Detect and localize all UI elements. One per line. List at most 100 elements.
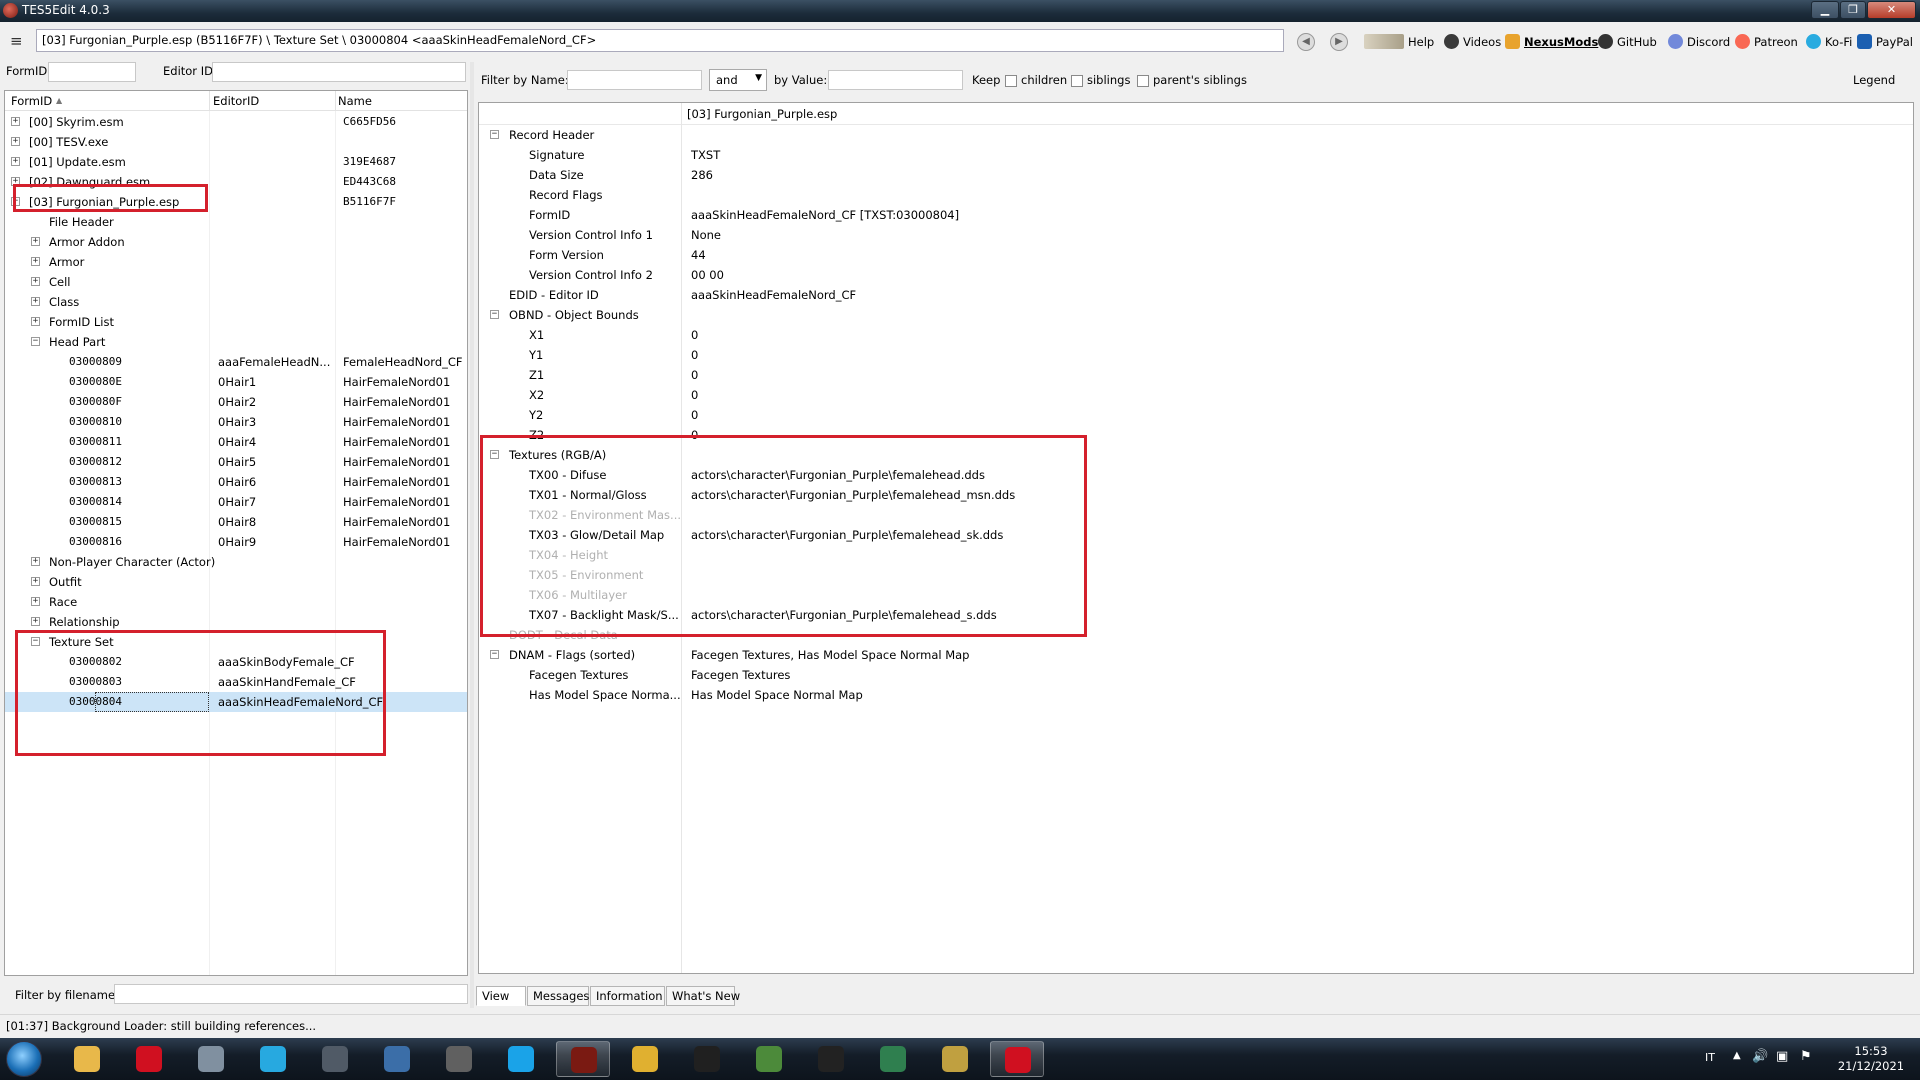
column-name[interactable]: Name [338, 94, 372, 108]
record-element-row[interactable]: EDID - Editor ID aaaSkinHeadFemaleNord_CF [479, 285, 1913, 305]
system-clock[interactable]: 15:53 21/12/2021 [1828, 1044, 1914, 1074]
taskbar-app[interactable] [370, 1041, 424, 1077]
record-row[interactable]: 0300080F 0Hair2 HairFemaleNord01 [5, 392, 467, 412]
siblings-checkbox[interactable] [1071, 75, 1083, 87]
expand-icon[interactable]: + [31, 277, 40, 286]
patreon-link[interactable]: Patreon [1735, 32, 1798, 52]
help-link[interactable]: Help [1364, 32, 1434, 52]
tab-messages[interactable]: Messages [527, 986, 589, 1006]
expand-icon[interactable]: + [31, 237, 40, 246]
record-subelement-row[interactable]: FormID aaaSkinHeadFemaleNord_CF [TXST:030… [479, 205, 1913, 225]
record-subelement-row[interactable]: Data Size 286 [479, 165, 1913, 185]
tab-information[interactable]: Information [590, 986, 665, 1006]
expand-icon[interactable]: + [11, 137, 20, 146]
record-subelement-row[interactable]: Y1 0 [479, 345, 1913, 365]
record-subelement-row[interactable]: Z1 0 [479, 365, 1913, 385]
operator-select[interactable]: and ▼ [709, 69, 767, 91]
group-row[interactable]: − Head Part [5, 332, 467, 352]
editorid-filter-input[interactable] [212, 62, 466, 82]
plugin-row[interactable]: + [00] Skyrim.esm C665FD56 [5, 112, 467, 132]
github-link[interactable]: GitHub [1598, 32, 1657, 52]
collapse-icon[interactable]: − [490, 310, 499, 319]
record-tree[interactable]: FormID ▲ EditorID Name + [00] Skyrim.esm C… [4, 90, 468, 976]
column-editorid[interactable]: EditorID [213, 94, 259, 108]
record-row[interactable]: 03000813 0Hair6 HairFemaleNord01 [5, 472, 467, 492]
group-row[interactable]: + Non-Player Character (Actor) [5, 552, 467, 572]
record-row[interactable]: 03000816 0Hair9 HairFemaleNord01 [5, 532, 467, 552]
record-element-row[interactable]: − OBND - Object Bounds [479, 305, 1913, 325]
kofi-link[interactable]: Ko-Fi [1806, 32, 1852, 52]
taskbar-app[interactable] [680, 1041, 734, 1077]
expand-icon[interactable]: + [11, 157, 20, 166]
nexusmods-link[interactable]: NexusMods [1505, 32, 1598, 52]
group-row[interactable]: + Relationship [5, 612, 467, 632]
maximize-button[interactable]: ❐ [1840, 1, 1866, 19]
taskbar-app[interactable] [494, 1041, 548, 1077]
parents-siblings-checkbox[interactable] [1137, 75, 1149, 87]
record-row[interactable]: 03000810 0Hair3 HairFemaleNord01 [5, 412, 467, 432]
plugin-row[interactable]: + [01] Update.esm 319E4687 [5, 152, 467, 172]
record-row[interactable]: 03000814 0Hair7 HairFemaleNord01 [5, 492, 467, 512]
volume-icon[interactable]: 🔊 [1752, 1049, 1768, 1080]
minimize-button[interactable]: ▁ [1811, 1, 1839, 19]
expand-icon[interactable]: + [11, 117, 20, 126]
record-row[interactable]: 03000812 0Hair5 HairFemaleNord01 [5, 452, 467, 472]
taskbar-app[interactable] [804, 1041, 858, 1077]
expand-icon[interactable]: + [31, 257, 40, 266]
group-row[interactable]: + Race [5, 592, 467, 612]
panel-splitter[interactable] [470, 62, 474, 1008]
discord-link[interactable]: Discord [1668, 32, 1730, 52]
group-row[interactable]: + Cell [5, 272, 467, 292]
taskbar-app[interactable] [432, 1041, 486, 1077]
taskbar-app[interactable] [556, 1041, 610, 1077]
videos-link[interactable]: Videos [1444, 32, 1501, 52]
taskbar-app[interactable] [246, 1041, 300, 1077]
record-row[interactable]: 03000811 0Hair4 HairFemaleNord01 [5, 432, 467, 452]
record-subelement-row[interactable]: Signature TXST [479, 145, 1913, 165]
expand-icon[interactable]: + [31, 577, 40, 586]
taskbar-app[interactable] [618, 1041, 672, 1077]
record-row[interactable]: 0300080E 0Hair1 HairFemaleNord01 [5, 372, 467, 392]
expand-icon[interactable]: + [31, 597, 40, 606]
record-subelement-row[interactable]: Version Control Info 1 None [479, 225, 1913, 245]
language-indicator[interactable]: IT [1705, 1051, 1715, 1080]
column-formid[interactable]: FormID [11, 94, 52, 108]
group-row[interactable]: + Class [5, 292, 467, 312]
record-subelement-row[interactable]: Has Model Space Norma... Has Model Space … [479, 685, 1913, 705]
plugin-row[interactable]: + [00] TESV.exe [5, 132, 467, 152]
taskbar-app[interactable] [928, 1041, 982, 1077]
record-subelement-row[interactable]: Version Control Info 2 00 00 [479, 265, 1913, 285]
filename-filter-input[interactable] [114, 984, 468, 1004]
paypal-link[interactable]: PayPal [1857, 32, 1913, 52]
taskbar-app[interactable] [990, 1041, 1044, 1077]
collapse-icon[interactable]: − [490, 130, 499, 139]
filter-name-input[interactable] [567, 70, 702, 90]
record-element-row[interactable]: − Record Header [479, 125, 1913, 145]
filter-value-input[interactable] [828, 70, 963, 90]
group-row[interactable]: + FormID List [5, 312, 467, 332]
children-checkbox[interactable] [1005, 75, 1017, 87]
record-subelement-row[interactable]: Y2 0 [479, 405, 1913, 425]
group-row[interactable]: + Outfit [5, 572, 467, 592]
record-subelement-row[interactable]: Record Flags [479, 185, 1913, 205]
close-button[interactable]: ✕ [1867, 1, 1916, 19]
tab-view[interactable]: View [476, 986, 526, 1006]
tab-whats-new[interactable]: What's New [666, 986, 740, 1006]
expand-icon[interactable]: + [31, 557, 40, 566]
record-subelement-row[interactable]: Facegen Textures Facegen Textures [479, 665, 1913, 685]
record-subelement-row[interactable]: X2 0 [479, 385, 1913, 405]
network-icon[interactable]: ▣ [1776, 1049, 1788, 1080]
taskbar-app[interactable] [308, 1041, 362, 1077]
record-subelement-row[interactable]: Form Version 44 [479, 245, 1913, 265]
taskbar-app[interactable] [60, 1041, 114, 1077]
group-row[interactable]: File Header [5, 212, 467, 232]
taskbar-app[interactable] [742, 1041, 796, 1077]
expand-icon[interactable]: + [31, 297, 40, 306]
collapse-icon[interactable]: − [490, 650, 499, 659]
start-button[interactable] [6, 1041, 42, 1077]
action-center-flag-icon[interactable]: ⚑ [1800, 1049, 1812, 1080]
group-row[interactable]: + Armor [5, 252, 467, 272]
record-element-row[interactable]: − DNAM - Flags (sorted) Facegen Textures, … [479, 645, 1913, 665]
legend-button[interactable]: Legend [1853, 73, 1895, 87]
group-row[interactable]: + Armor Addon [5, 232, 467, 252]
